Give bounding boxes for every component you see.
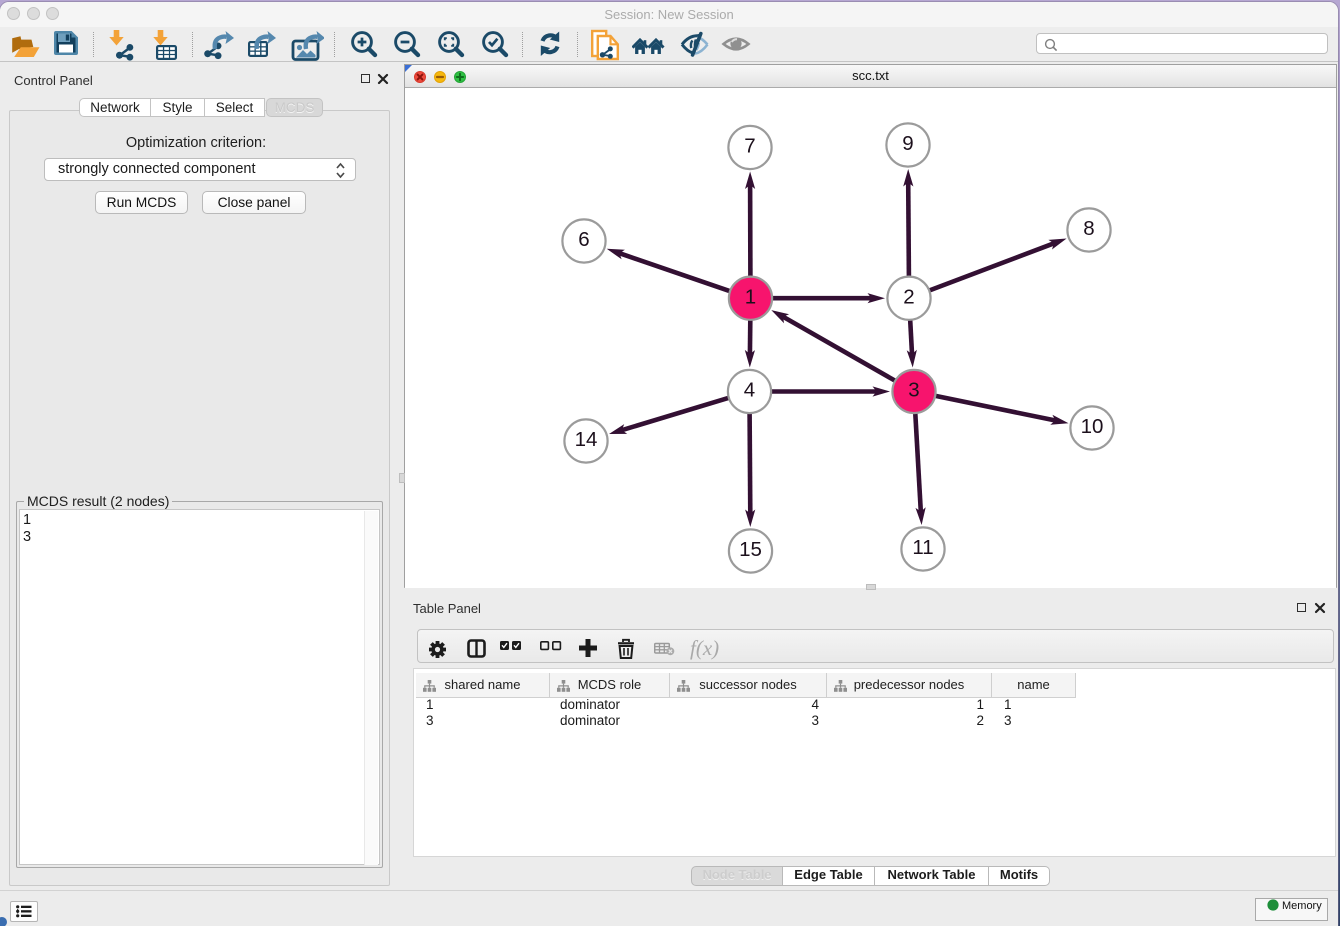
svg-text:10: 10 bbox=[1081, 415, 1104, 438]
svg-text:8: 8 bbox=[1083, 217, 1094, 240]
svg-text:1: 1 bbox=[745, 285, 756, 308]
svg-text:2: 2 bbox=[903, 285, 914, 308]
svg-text:15: 15 bbox=[739, 538, 762, 561]
svg-text:7: 7 bbox=[744, 135, 755, 158]
svg-text:4: 4 bbox=[744, 379, 755, 402]
svg-text:14: 14 bbox=[575, 428, 598, 451]
svg-text:11: 11 bbox=[912, 536, 933, 559]
svg-text:6: 6 bbox=[578, 228, 589, 251]
svg-text:3: 3 bbox=[908, 379, 919, 402]
svg-text:9: 9 bbox=[902, 132, 913, 155]
